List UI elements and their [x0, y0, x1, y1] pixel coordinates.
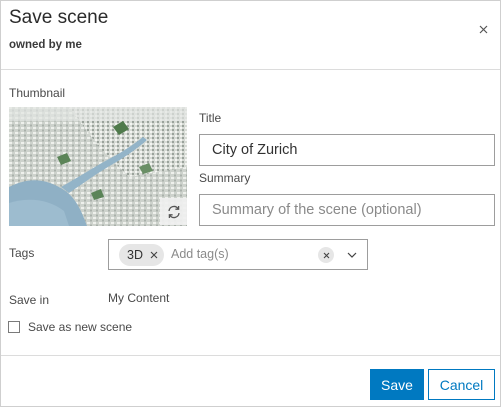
tags-input[interactable]: 3D Add tag(s) — [108, 239, 368, 270]
cancel-button[interactable]: Cancel — [428, 369, 495, 400]
chevron-down-icon — [347, 252, 357, 258]
close-button[interactable] — [473, 19, 493, 39]
title-label: Title — [199, 111, 222, 125]
footer-divider — [1, 355, 500, 356]
save-in-value: My Content — [108, 291, 170, 305]
tag-chip-label: 3D — [127, 248, 143, 262]
save-button[interactable]: Save — [370, 369, 424, 400]
close-icon — [150, 251, 158, 259]
save-in-label: Save in — [9, 293, 50, 307]
title-input[interactable]: City of Zurich — [199, 134, 495, 166]
summary-input-placeholder: Summary of the scene (optional) — [212, 202, 422, 218]
header-divider — [1, 69, 500, 70]
clear-tags-button[interactable] — [318, 247, 334, 263]
title-input-value: City of Zurich — [212, 142, 298, 158]
save-as-new-checkbox[interactable] — [8, 321, 20, 333]
tags-placeholder: Add tag(s) — [171, 247, 229, 261]
refresh-icon — [167, 205, 180, 218]
tag-chip: 3D — [119, 244, 164, 266]
save-as-new-label[interactable]: Save as new scene — [28, 320, 132, 334]
summary-label: Summary — [199, 171, 251, 185]
dialog-title: Save scene — [9, 7, 109, 28]
thumbnail-label: Thumbnail — [9, 86, 66, 100]
close-icon — [479, 25, 487, 33]
close-icon — [323, 252, 329, 258]
save-scene-dialog: Save scene owned by me Thumbnail Title C… — [0, 0, 501, 407]
dialog-subtitle: owned by me — [9, 39, 82, 51]
tags-label: Tags — [9, 246, 35, 260]
remove-tag-button[interactable] — [150, 251, 158, 259]
summary-input[interactable]: Summary of the scene (optional) — [199, 194, 495, 226]
tags-dropdown-button[interactable] — [345, 249, 359, 261]
refresh-thumbnail-button[interactable] — [160, 198, 187, 225]
